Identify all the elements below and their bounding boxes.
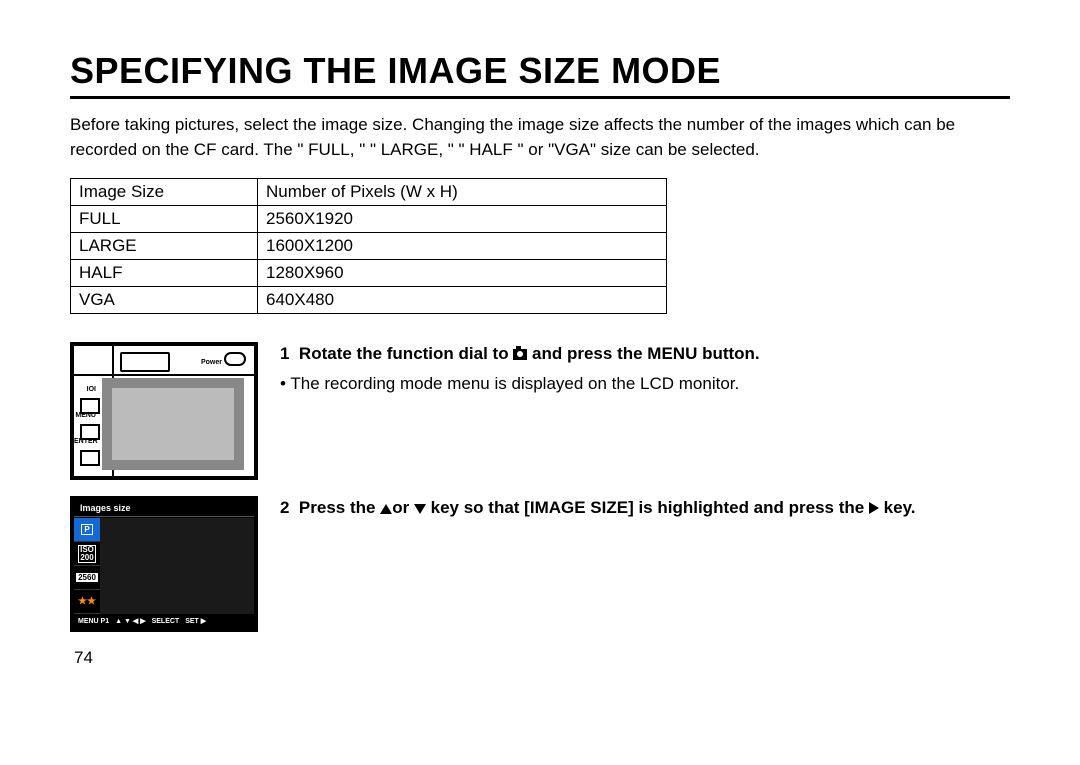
page-title: SPECIFYING THE IMAGE SIZE MODE — [70, 50, 1010, 99]
resolution-icon: 2560 — [74, 566, 100, 590]
step1-bullet: • The recording mode menu is displayed o… — [280, 372, 1010, 396]
up-arrow-icon — [380, 504, 392, 514]
menu-header: Images size — [74, 500, 254, 517]
image-size-table: Image Size Number of Pixels (W x H) FULL… — [70, 178, 667, 314]
table-row: FULL 2560X1920 — [71, 206, 667, 233]
top-lcd-icon — [120, 352, 170, 372]
menu-footer: MENU P1 ▲ ▼ ◀ ▶ SELECT SET ▶ — [74, 614, 254, 628]
table-row: HALF 1280X960 — [71, 260, 667, 287]
power-switch-icon — [224, 352, 246, 366]
mode-p-icon: P — [74, 518, 100, 542]
down-arrow-icon — [414, 504, 426, 514]
camera-icon — [513, 349, 527, 360]
table-row: LARGE 1600X1200 — [71, 233, 667, 260]
figure-lcd-menu: Images size P ISO 200 2560 ★★ MENU P1 ▲ … — [70, 496, 258, 632]
page-number: 74 — [74, 648, 1010, 668]
power-label: Power — [201, 352, 246, 366]
lcd-screen-icon — [102, 378, 244, 470]
right-arrow-icon — [869, 502, 879, 514]
quality-stars-icon: ★★ — [74, 590, 100, 614]
step1-heading: 1 Rotate the function dial to and press … — [280, 342, 1010, 366]
intro-text: Before taking pictures, select the image… — [70, 113, 1010, 162]
enter-button-icon — [80, 450, 100, 466]
th-pixels: Number of Pixels (W x H) — [258, 179, 667, 206]
th-image-size: Image Size — [71, 179, 258, 206]
step2-heading: 2 Press the or key so that [IMAGE SIZE] … — [280, 496, 1010, 520]
iso-icon: ISO 200 — [74, 542, 100, 566]
table-row: VGA 640X480 — [71, 287, 667, 314]
figure-camera-back: Power IOI MENU ENTER — [70, 342, 258, 480]
